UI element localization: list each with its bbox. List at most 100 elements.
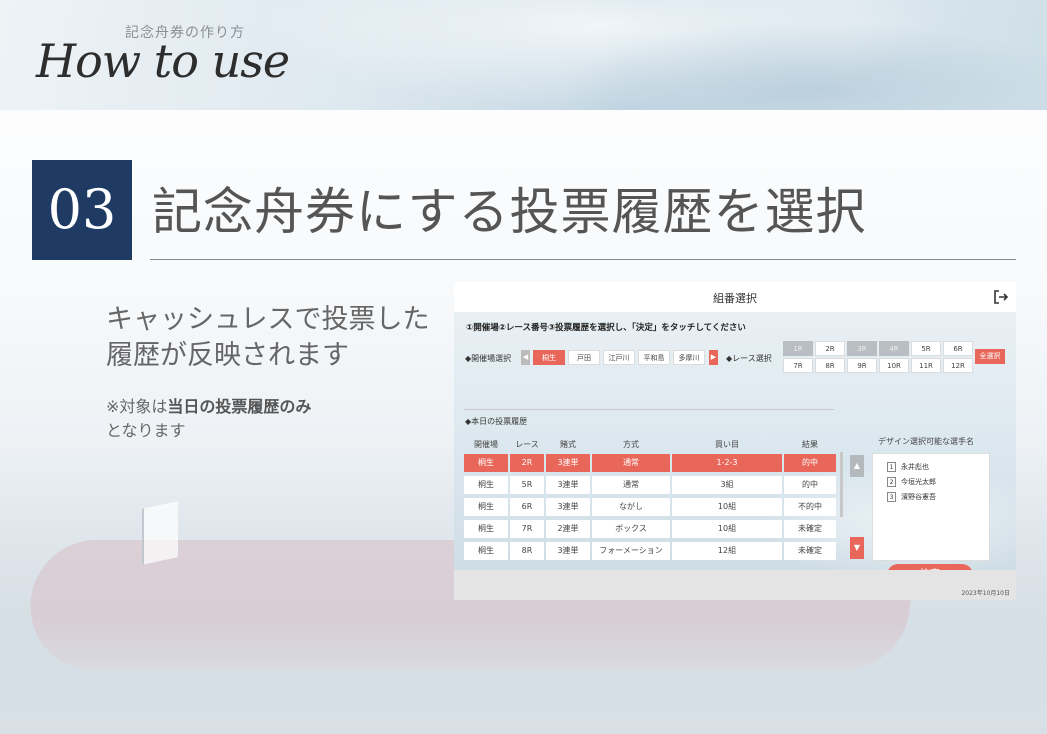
cell-result: 的中 [784,454,836,472]
history-row[interactable]: 桐生 5R 3連単 通常 3組 的中 [464,476,836,494]
cell-bet-type: 2連単 [546,520,590,538]
cell-venue: 桐生 [464,542,508,560]
cell-pick: 12組 [672,542,782,560]
venue-prev-button[interactable]: ◀ [521,350,530,365]
note-suffix: となります [106,421,186,440]
cell-race: 5R [510,476,544,494]
race-button-11r[interactable]: 11R [911,358,941,373]
racer-number: 2 [887,477,896,487]
racer-item[interactable]: 3 濱野谷憲吾 [887,492,936,503]
race-select-label: ◆レース選択 [726,354,772,363]
race-button-3r[interactable]: 3R [847,341,877,356]
venue-button-heiwajima[interactable]: 平和島 [638,350,670,365]
history-row[interactable]: 桐生 6R 3連単 ながし 10組 不的中 [464,498,836,516]
triangle-down-icon: ▼ [853,543,861,552]
header-script-title: How to use [36,34,290,88]
all-select-button[interactable]: 全選択 [975,349,1005,364]
cell-result: 不的中 [784,498,836,516]
racer-item[interactable]: 2 今垣光太郎 [887,477,936,488]
cell-method: ボックス [592,520,670,538]
cell-pick: 3組 [672,476,782,494]
cell-pick: 10組 [672,520,782,538]
racer-number: 3 [887,492,896,502]
cell-bet-type: 3連単 [546,454,590,472]
history-row[interactable]: 桐生 8R 3連単 フォーメーション 12組 未確定 [464,542,836,560]
race-button-8r[interactable]: 8R [815,358,845,373]
column-header-result: 結果 [802,440,818,449]
section-divider [464,409,834,410]
history-section-label: ◆本日の投票履歴 [465,417,528,426]
step-title: 記念舟券にする投票履歴を選択 [152,183,867,241]
column-header-venue: 開催場 [474,440,498,449]
app-screenshot: 組番選択 ①開催場②レース番号③投票履歴を選択し、「決定」をタッチしてください … [454,282,1016,600]
racer-name: 今垣光太郎 [901,478,936,486]
cell-pick: 10組 [672,498,782,516]
racer-name: 永井彪也 [901,463,929,471]
page-header: 記念舟券の作り方 How to use [0,0,1047,110]
venue-button-kiryu[interactable]: 桐生 [533,350,565,365]
logout-icon[interactable] [992,288,1010,306]
column-header-method: 方式 [623,440,639,449]
cell-method: 通常 [592,476,670,494]
step-number-badge: 03 [32,160,132,260]
race-button-2r[interactable]: 2R [815,341,845,356]
race-button-10r[interactable]: 10R [879,358,909,373]
racer-list-label: デザイン選択可能な選手名 [878,437,974,446]
cell-bet-type: 3連単 [546,498,590,516]
history-row[interactable]: 桐生 2R 3連単 通常 1-2-3 的中 [464,454,836,472]
race-button-4r[interactable]: 4R [879,341,909,356]
date-display: 2023年10月10日 [961,590,1010,597]
racer-name: 濱野谷憲吾 [901,493,936,501]
cell-pick: 1-2-3 [672,454,782,472]
cell-venue: 桐生 [464,476,508,494]
boat-flag-image [142,501,178,565]
history-row[interactable]: 桐生 7R 2連単 ボックス 10組 未確定 [464,520,836,538]
racer-item[interactable]: 1 永井彪也 [887,462,929,473]
race-button-7r[interactable]: 7R [783,358,813,373]
cell-race: 2R [510,454,544,472]
race-button-1r[interactable]: 1R [783,341,813,356]
venue-button-tamagawa[interactable]: 多摩川 [673,350,705,365]
history-table-header: 開催場 レース 賭式 方式 買い目 結果 [464,436,836,452]
app-instruction: ①開催場②レース番号③投票履歴を選択し、「決定」をタッチしてください [466,323,746,333]
scroll-up-button[interactable]: ▲ [850,455,864,477]
cell-bet-type: 3連単 [546,476,590,494]
step-divider [150,259,1016,260]
cell-race: 7R [510,520,544,538]
step-description: キャッシュレスで投票した 履歴が反映されます [106,302,446,374]
venue-button-edogawa[interactable]: 江戸川 [603,350,635,365]
cell-result: 未確定 [784,520,836,538]
note-prefix: ※対象は [106,397,168,416]
race-button-9r[interactable]: 9R [847,358,877,373]
app-title: 組番選択 [713,292,757,305]
racer-list: 1 永井彪也 2 今垣光太郎 3 濱野谷憲吾 [872,453,990,561]
step-note: ※対象は当日の投票履歴のみ となります [106,395,311,443]
cell-venue: 桐生 [464,498,508,516]
column-header-pick: 買い目 [715,440,739,449]
race-button-6r[interactable]: 6R [943,341,973,356]
column-header-race: レース [515,440,539,449]
note-emphasis: 当日の投票履歴のみ [167,397,312,416]
venue-next-button[interactable]: ▶ [709,350,718,365]
cell-bet-type: 3連単 [546,542,590,560]
race-button-5r[interactable]: 5R [911,341,941,356]
table-scrollbar[interactable] [840,452,843,517]
description-line: キャッシュレスで投票した [106,304,430,335]
column-header-bet-type: 賭式 [560,440,576,449]
race-button-12r[interactable]: 12R [943,358,973,373]
description-line: 履歴が反映されます [106,340,349,371]
venue-button-toda[interactable]: 戸田 [568,350,600,365]
cell-race: 6R [510,498,544,516]
app-titlebar: 組番選択 [454,282,1016,312]
cell-method: ながし [592,498,670,516]
racer-number: 1 [887,462,896,472]
cell-venue: 桐生 [464,454,508,472]
cell-result: 未確定 [784,542,836,560]
cell-venue: 桐生 [464,520,508,538]
app-body: ①開催場②レース番号③投票履歴を選択し、「決定」をタッチしてください ◆開催場選… [454,312,1016,586]
scroll-down-button[interactable]: ▼ [850,537,864,559]
cell-method: フォーメーション [592,542,670,560]
triangle-up-icon: ▲ [853,461,861,470]
venue-select-label: ◆開催場選択 [465,354,512,363]
cell-method: 通常 [592,454,670,472]
